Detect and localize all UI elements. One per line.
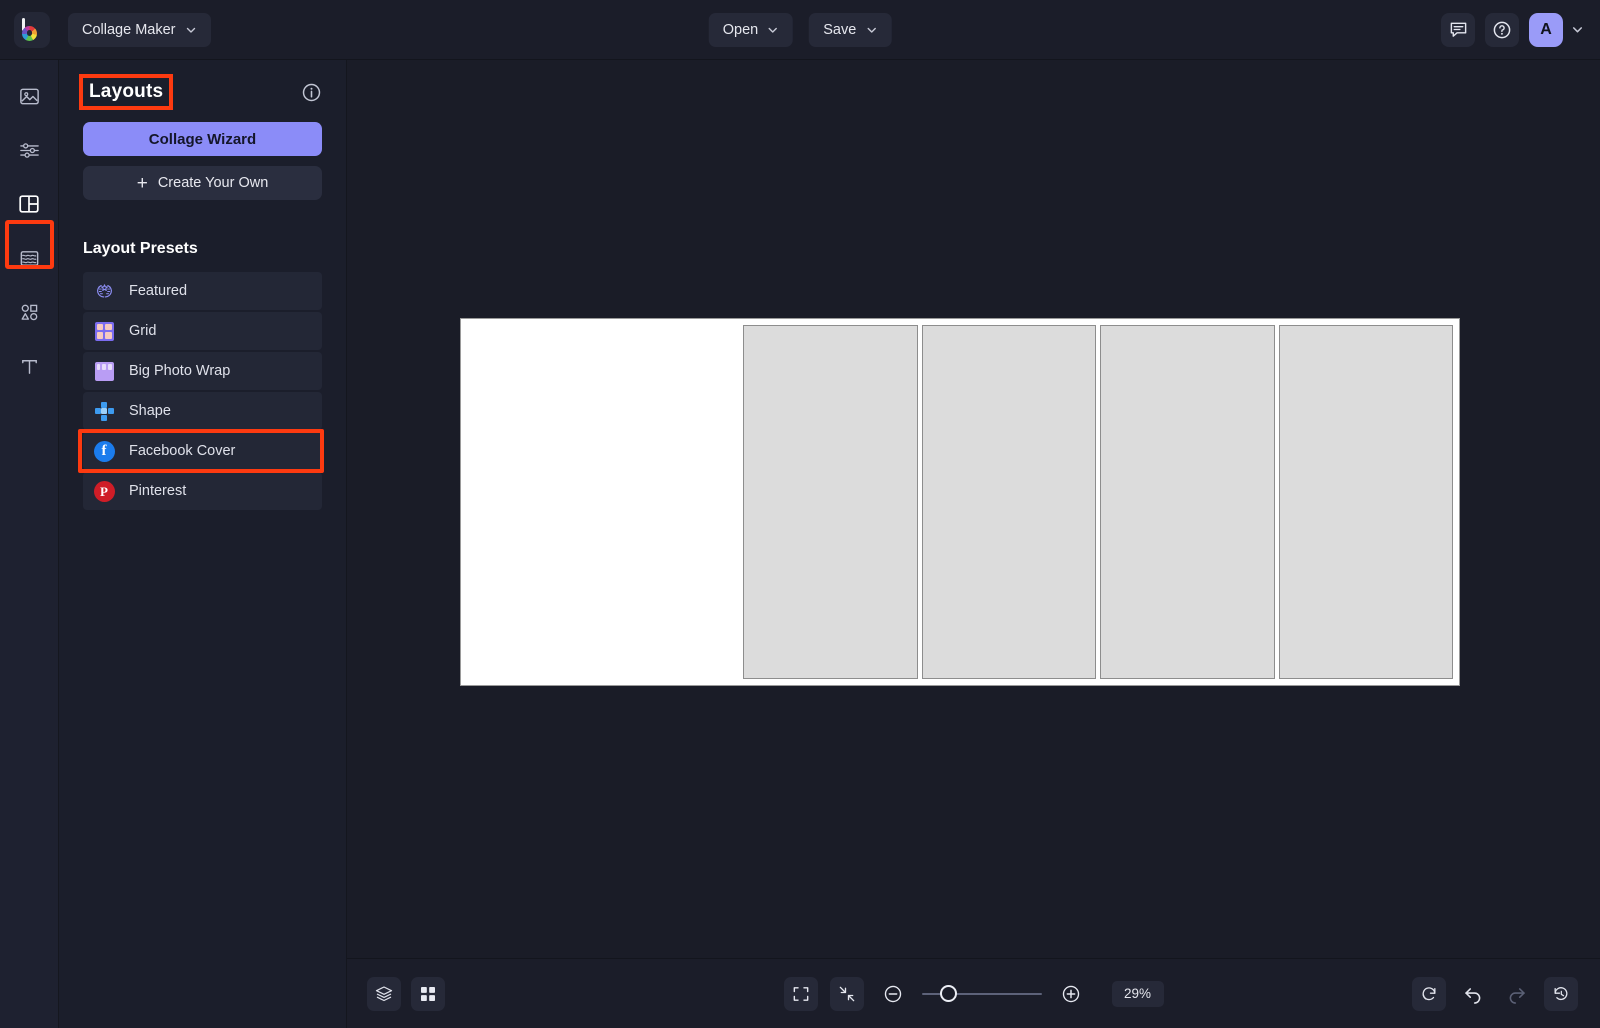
layers-icon[interactable] (367, 977, 401, 1011)
canvas-cell[interactable] (1279, 325, 1454, 679)
info-icon[interactable] (301, 82, 322, 103)
chevron-down-icon (185, 24, 197, 36)
befunky-logo-icon[interactable] (14, 12, 50, 48)
preset-item-pinterest[interactable]: P Pinterest (83, 472, 322, 510)
bottom-bar: 29% (347, 958, 1600, 1028)
preset-label: Pinterest (129, 483, 186, 499)
collage-maker-app: Collage Maker Open Save (0, 0, 1600, 1028)
grid-view-icon[interactable] (411, 977, 445, 1011)
top-bar: Collage Maker Open Save (0, 0, 1600, 60)
avatar-initial: A (1540, 21, 1552, 39)
create-your-own-button[interactable]: + Create Your Own (83, 166, 322, 200)
sidebar-item-textures[interactable] (7, 236, 51, 280)
preset-item-big-photo-wrap[interactable]: Big Photo Wrap (83, 352, 322, 390)
app-switcher-button[interactable]: Collage Maker (68, 13, 211, 47)
comment-icon[interactable] (1441, 13, 1475, 47)
shapes-icon (18, 301, 41, 324)
history-icon[interactable] (1544, 977, 1578, 1011)
canvas-cell[interactable] (922, 325, 1097, 679)
shape-icon (93, 400, 115, 422)
top-bar-right-actions: A (1441, 13, 1588, 47)
save-button[interactable]: Save (809, 13, 891, 47)
avatar[interactable]: A (1529, 13, 1563, 47)
zoom-controls: 29% (784, 977, 1164, 1011)
zoom-out-icon[interactable] (876, 977, 910, 1011)
fit-screen-icon[interactable] (784, 977, 818, 1011)
reset-icon[interactable] (1412, 977, 1446, 1011)
text-icon (18, 355, 41, 378)
preset-label: Big Photo Wrap (129, 363, 230, 379)
sidebar-item-image-manager[interactable] (7, 74, 51, 118)
question-circle-icon[interactable] (1485, 13, 1519, 47)
grid-icon (93, 320, 115, 342)
collapse-arrows-icon[interactable] (830, 977, 864, 1011)
pinterest-icon: P (93, 480, 115, 502)
preset-item-shape[interactable]: Shape (83, 392, 322, 430)
open-button[interactable]: Open (709, 13, 793, 47)
open-label: Open (723, 22, 758, 38)
bottom-bar-left (367, 977, 445, 1011)
preset-item-grid[interactable]: Grid (83, 312, 322, 350)
layout-presets-list: Featured Grid Big Photo Wrap (83, 272, 322, 510)
sidebar-item-layouts[interactable] (7, 182, 51, 226)
canvas-area[interactable] (347, 60, 1600, 958)
image-icon (18, 85, 41, 108)
preset-item-facebook-cover[interactable]: f Facebook Cover (83, 432, 322, 470)
plus-icon: + (137, 174, 148, 193)
canvas-cell-blank[interactable] (467, 325, 739, 679)
collage-canvas[interactable] (460, 318, 1460, 686)
chevron-down-icon (865, 24, 877, 36)
sliders-icon (18, 139, 41, 162)
preset-label: Grid (129, 323, 156, 339)
canvas-column: 29% (347, 60, 1600, 1028)
chevron-down-icon (767, 24, 779, 36)
panel-header: Layouts (83, 60, 322, 118)
sidebar-item-edit-adjust[interactable] (7, 128, 51, 172)
redo-icon[interactable] (1500, 977, 1534, 1011)
laurel-wreath-icon (93, 280, 115, 302)
zoom-in-icon[interactable] (1054, 977, 1088, 1011)
page-title: Layouts (83, 78, 169, 106)
preset-label: Facebook Cover (129, 443, 235, 459)
workspace: Layouts Collage Wizard + Create Your Own… (0, 60, 1600, 1028)
layout-icon (17, 192, 41, 216)
zoom-slider[interactable] (922, 985, 1042, 1003)
chevron-down-icon[interactable] (1571, 23, 1588, 36)
sidebar-item-graphics[interactable] (7, 290, 51, 334)
canvas-cell[interactable] (743, 325, 918, 679)
layout-presets-heading: Layout Presets (83, 240, 322, 258)
preset-item-featured[interactable]: Featured (83, 272, 322, 310)
collage-wizard-button[interactable]: Collage Wizard (83, 122, 322, 156)
tool-rail (0, 60, 59, 1028)
collage-wizard-label: Collage Wizard (149, 131, 256, 148)
canvas-cell[interactable] (1100, 325, 1275, 679)
texture-icon (18, 247, 41, 270)
create-your-own-label: Create Your Own (158, 175, 268, 191)
save-label: Save (823, 22, 856, 38)
layouts-panel: Layouts Collage Wizard + Create Your Own… (59, 60, 347, 1028)
zoom-level-badge[interactable]: 29% (1112, 981, 1164, 1007)
zoom-slider-handle[interactable] (940, 985, 957, 1002)
big-photo-wrap-icon (93, 360, 115, 382)
sidebar-item-text[interactable] (7, 344, 51, 388)
preset-label: Featured (129, 283, 187, 299)
facebook-icon: f (93, 440, 115, 462)
app-name-label: Collage Maker (82, 22, 176, 38)
preset-label: Shape (129, 403, 171, 419)
file-actions: Open Save (709, 13, 892, 47)
history-controls (1412, 977, 1578, 1011)
undo-icon[interactable] (1456, 977, 1490, 1011)
